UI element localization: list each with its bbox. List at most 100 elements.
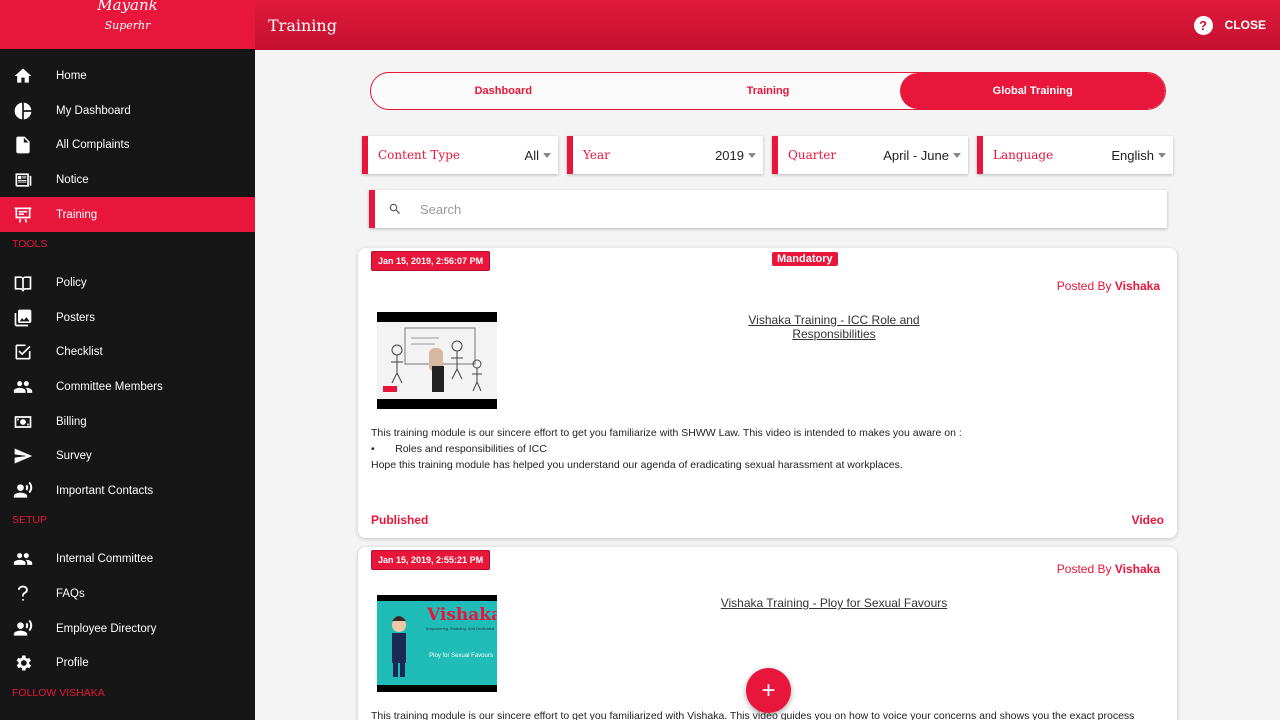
brand-header: Mayank Superhr bbox=[0, 0, 255, 49]
brand-name: Mayank bbox=[97, 0, 158, 14]
chevron-down-icon bbox=[953, 152, 961, 158]
content-type-value: All bbox=[524, 147, 539, 163]
sidebar-item-faqs[interactable]: FAQs bbox=[0, 577, 255, 612]
video-thumbnail[interactable]: Vishaka Empowering. Enabling. And Dedica… bbox=[377, 595, 497, 692]
content-type-label: Video bbox=[1131, 513, 1164, 527]
posted-by-prefix: Posted By bbox=[1056, 562, 1112, 576]
sidebar-item-label: Important Contacts bbox=[56, 484, 154, 497]
posted-by-prefix: Posted By bbox=[1056, 279, 1112, 293]
sidebar-item-all-complaints[interactable]: All Complaints bbox=[0, 128, 255, 163]
year-value: 2019 bbox=[715, 147, 744, 163]
quarter-label: Quarter bbox=[788, 148, 837, 162]
sidebar-item-committee-members[interactable]: Committee Members bbox=[0, 370, 255, 405]
language-value: English bbox=[1111, 147, 1154, 163]
training-description: This training module is our sincere effo… bbox=[371, 425, 1171, 473]
sidebar-item-label: Employee Directory bbox=[56, 622, 157, 635]
sidebar-item-label: Notice bbox=[56, 174, 89, 187]
sidebar-item-label: All Complaints bbox=[56, 139, 130, 152]
sidebar-item-label: Survey bbox=[56, 450, 92, 463]
content-type-label: Content Type bbox=[378, 148, 460, 162]
sidebar-item-profile[interactable]: Profile bbox=[0, 646, 255, 681]
sidebar-item-employee-directory[interactable]: Employee Directory bbox=[0, 611, 255, 646]
home-icon bbox=[0, 66, 56, 86]
sidebar-item-billing[interactable]: Billing bbox=[0, 404, 255, 439]
close-button[interactable]: ? CLOSE bbox=[1193, 15, 1266, 35]
content-type-select[interactable]: Content Type All bbox=[362, 136, 558, 174]
sidebar-item-notice[interactable]: Notice bbox=[0, 163, 255, 198]
search-input[interactable] bbox=[415, 201, 1167, 217]
people-icon bbox=[0, 549, 56, 569]
training-tabs: Dashboard Training Global Training bbox=[370, 72, 1166, 110]
sidebar-item-policy[interactable]: Policy bbox=[0, 266, 255, 301]
sidebar-item-internal-committee[interactable]: Internal Committee bbox=[0, 542, 255, 577]
sidebar-item-label: Training bbox=[56, 208, 98, 221]
chevron-down-icon bbox=[1158, 152, 1166, 158]
tab-training[interactable]: Training bbox=[636, 73, 901, 109]
thumbnail-caption: Ploy for Sexual Favours bbox=[429, 653, 493, 659]
description-bullet-text: Roles and responsibilities of ICC bbox=[395, 443, 547, 455]
presentation-icon bbox=[0, 205, 56, 225]
sidebar-item-label: Home bbox=[56, 70, 87, 83]
sidebar-item-important-contacts[interactable]: Important Contacts bbox=[0, 474, 255, 509]
sidebar-item-my-dashboard[interactable]: My Dashboard bbox=[0, 94, 255, 129]
document-icon bbox=[0, 135, 56, 155]
sidebar-item-label: Policy bbox=[56, 277, 87, 290]
description-bullet: • Roles and responsibilities of ICC bbox=[371, 443, 547, 455]
top-header: Training ? CLOSE bbox=[255, 0, 1280, 50]
sidebar-item-label: Checklist bbox=[56, 346, 103, 359]
posted-by-name[interactable]: Vishaka bbox=[1115, 279, 1160, 293]
year-label: Year bbox=[583, 148, 610, 162]
language-select[interactable]: Language English bbox=[977, 136, 1173, 174]
thumbnail-brand: Vishaka bbox=[427, 605, 497, 625]
sidebar-item-training[interactable]: Training bbox=[0, 197, 255, 232]
status-label: Published bbox=[371, 513, 429, 527]
chevron-down-icon bbox=[748, 152, 756, 158]
question-icon bbox=[0, 584, 56, 604]
book-icon bbox=[0, 273, 56, 293]
training-card[interactable]: Jan 15, 2019, 2:56:07 PM Mandatory Poste… bbox=[358, 248, 1177, 538]
chevron-down-icon bbox=[543, 152, 551, 158]
brand-subtitle: Superhr bbox=[104, 19, 151, 32]
send-icon bbox=[0, 446, 56, 466]
date-badge: Jan 15, 2019, 2:56:07 PM bbox=[371, 251, 491, 271]
thumbnail-tagline: Empowering. Enabling. And Dedicated bbox=[425, 626, 495, 631]
section-title-setup: SETUP bbox=[12, 514, 48, 527]
sidebar-item-label: My Dashboard bbox=[56, 104, 131, 117]
video-thumbnail[interactable] bbox=[377, 312, 497, 409]
sidebar-item-label: Internal Committee bbox=[56, 553, 154, 566]
section-title-tools: TOOLS bbox=[12, 237, 48, 250]
training-title-link[interactable]: Vishaka Training - Ploy for Sexual Favou… bbox=[711, 596, 957, 610]
help-icon[interactable]: ? bbox=[1193, 15, 1213, 35]
sidebar-item-checklist[interactable]: Checklist bbox=[0, 335, 255, 370]
money-icon bbox=[0, 412, 56, 432]
tab-dashboard[interactable]: Dashboard bbox=[371, 73, 636, 109]
posted-by-name[interactable]: Vishaka bbox=[1115, 562, 1160, 576]
add-training-button[interactable]: + bbox=[746, 668, 791, 713]
quarter-select[interactable]: Quarter April - June bbox=[772, 136, 968, 174]
contacts-icon bbox=[0, 481, 56, 501]
year-select[interactable]: Year 2019 bbox=[567, 136, 763, 174]
sidebar-item-label: Committee Members bbox=[56, 381, 163, 394]
newspaper-icon bbox=[0, 170, 56, 190]
training-title-link[interactable]: Vishaka Training - ICC Role and Responsi… bbox=[711, 313, 957, 341]
description-line: This training module is our sincere effo… bbox=[371, 427, 962, 439]
sidebar: Mayank Superhr Home My Dashboard All Com… bbox=[0, 0, 255, 720]
sidebar-item-label: FAQs bbox=[56, 588, 85, 601]
date-badge: Jan 15, 2019, 2:55:21 PM bbox=[371, 550, 491, 570]
gear-icon bbox=[0, 653, 56, 673]
search-icon bbox=[375, 202, 415, 216]
sidebar-item-posters[interactable]: Posters bbox=[0, 301, 255, 336]
quarter-value: April - June bbox=[883, 147, 949, 163]
contacts-icon bbox=[0, 619, 56, 639]
sidebar-item-survey[interactable]: Survey bbox=[0, 439, 255, 474]
people-icon bbox=[0, 377, 56, 397]
pie-chart-icon bbox=[0, 101, 56, 121]
description-line: Hope this training module has helped you… bbox=[371, 459, 903, 471]
checkbox-icon bbox=[0, 342, 56, 362]
tab-global-training[interactable]: Global Training bbox=[900, 73, 1165, 109]
section-title-follow: FOLLOW VISHAKA bbox=[12, 686, 105, 699]
mandatory-badge: Mandatory bbox=[772, 252, 838, 266]
whiteboard-illustration bbox=[377, 322, 497, 399]
sidebar-item-label: Billing bbox=[56, 415, 87, 428]
sidebar-item-home[interactable]: Home bbox=[0, 59, 255, 94]
